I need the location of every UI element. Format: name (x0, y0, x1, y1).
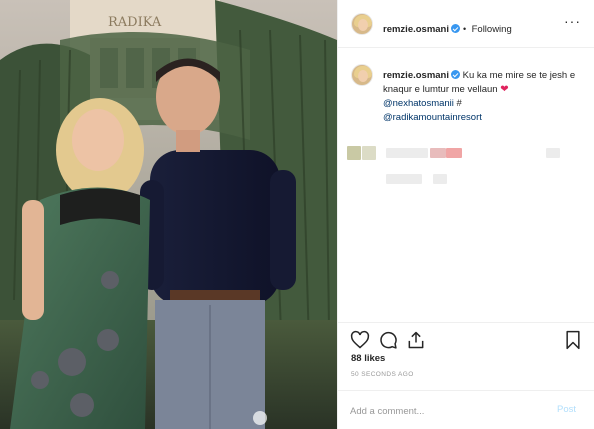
more-options-icon[interactable]: ··· (564, 14, 581, 28)
post-timestamp[interactable]: 50 SECONDS AGO (351, 371, 414, 378)
blurred-comment (433, 174, 447, 184)
post-details-panel: remzie.osmani • Following ··· remzie.osma… (337, 0, 594, 429)
comment-icon[interactable] (378, 330, 398, 350)
caption-text: remzie.osmani Ku ka me mire se te jesh e… (383, 69, 583, 125)
blurred-comments (338, 136, 594, 196)
like-count[interactable]: 88 likes (351, 353, 385, 364)
action-bar (338, 322, 594, 357)
header-user-line: remzie.osmani • Following (383, 19, 512, 37)
heart-emoji-icon: ❤ (500, 84, 509, 95)
caption-verified-badge-icon (451, 70, 460, 79)
user-avatar[interactable] (351, 13, 373, 35)
blurred-comment (386, 148, 428, 158)
photo-image: RADIKA (0, 0, 337, 429)
blurred-comment (430, 148, 446, 158)
post-photo[interactable]: RADIKA (0, 0, 337, 429)
mention-link-nexhatosmanii[interactable]: @nexhatosmanii (383, 98, 454, 109)
add-comment-section: Post (338, 390, 594, 429)
blurred-comment (446, 148, 462, 158)
post-header: remzie.osmani • Following ··· (338, 0, 594, 48)
header-username[interactable]: remzie.osmani (383, 24, 449, 35)
heart-outline-icon[interactable] (350, 330, 370, 350)
blurred-comment (546, 148, 560, 158)
blurred-comment (386, 174, 422, 184)
comment-input[interactable] (350, 403, 540, 419)
caption-username[interactable]: remzie.osmani (383, 70, 449, 81)
bookmark-icon[interactable] (563, 330, 583, 350)
post-comment-button[interactable]: Post (557, 404, 576, 415)
header-separator: • (463, 24, 467, 34)
following-button[interactable]: Following (472, 24, 512, 35)
share-icon[interactable] (406, 330, 426, 350)
blurred-avatar (347, 146, 361, 160)
caption-avatar[interactable] (351, 64, 373, 86)
blurred-comment (362, 146, 376, 160)
resort-sign: RADIKA (108, 15, 162, 30)
caption-hash: # (456, 98, 462, 109)
verified-badge-icon (451, 24, 460, 33)
mention-link-radikamountainresort[interactable]: @radikamountainresort (383, 112, 482, 123)
